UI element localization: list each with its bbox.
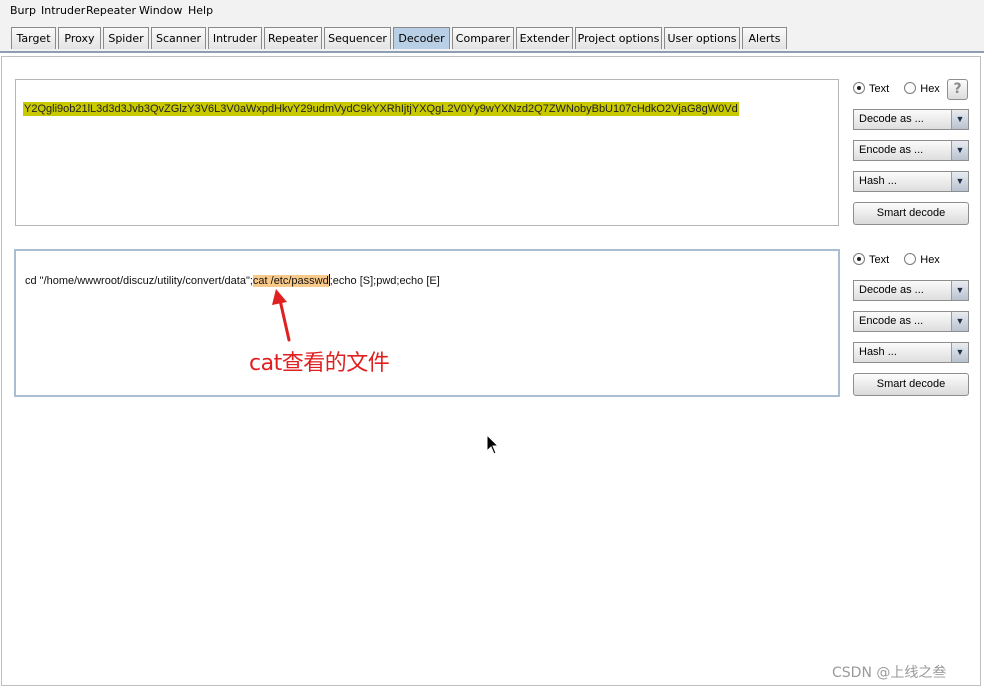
pane2-format-options: Text Hex: [853, 253, 952, 269]
tab-target[interactable]: Target: [11, 27, 56, 49]
pane1-hash-dropdown[interactable]: Hash ... ▼: [853, 171, 969, 192]
pane1-smart-decode-button[interactable]: Smart decode: [853, 202, 969, 225]
chevron-down-icon: ▼: [951, 141, 968, 160]
pane2-hex-label: Hex: [920, 254, 940, 266]
encoded-input-pane[interactable]: Y2Qgli9ob21lL3d3d3Jvb3QvZGlzY3V6L3V0aWxp…: [15, 79, 839, 226]
tab-scanner[interactable]: Scanner: [151, 27, 206, 49]
chevron-down-icon: ▼: [951, 110, 968, 129]
pane1-text-label: Text: [869, 83, 890, 95]
pane2-hash-label: Hash ...: [859, 346, 897, 358]
pane2-decode-as-dropdown[interactable]: Decode as ... ▼: [853, 280, 969, 301]
pane2-text-label: Text: [869, 254, 890, 266]
help-button[interactable]: ?: [947, 79, 968, 100]
tab-decoder[interactable]: Decoder: [393, 27, 450, 49]
tab-intruder[interactable]: Intruder: [208, 27, 262, 49]
pane1-hex-label: Hex: [920, 83, 940, 95]
pane1-hex-radio[interactable]: [904, 82, 917, 94]
tab-project-options[interactable]: Project options: [575, 27, 662, 49]
pane2-text-radio[interactable]: [853, 253, 865, 265]
tab-proxy[interactable]: Proxy: [58, 27, 101, 49]
tab-spider[interactable]: Spider: [103, 27, 149, 49]
pane1-hash-label: Hash ...: [859, 175, 897, 187]
tab-user-options[interactable]: User options: [664, 27, 740, 49]
decoded-text-highlight: cat /etc/passwd: [252, 275, 329, 287]
mouse-pointer-icon: [486, 434, 500, 455]
menu-window[interactable]: Window: [139, 4, 182, 17]
main-tab-bar: Target Proxy Spider Scanner Intruder Rep…: [0, 24, 984, 53]
pane1-decode-as-label: Decode as ...: [859, 113, 924, 125]
chevron-down-icon: ▼: [951, 312, 968, 331]
menu-burp[interactable]: Burp: [10, 4, 36, 17]
pane1-text-radio[interactable]: [853, 82, 865, 94]
decoded-text: cd "/home/wwwroot/discuz/utility/convert…: [25, 274, 440, 288]
pane2-encode-as-label: Encode as ...: [859, 315, 924, 327]
chevron-down-icon: ▼: [951, 172, 968, 191]
menu-repeater[interactable]: Repeater: [86, 4, 136, 17]
decoded-output-pane[interactable]: cd "/home/wwwroot/discuz/utility/convert…: [14, 249, 840, 397]
pane1-format-options: Text Hex: [853, 82, 952, 98]
menu-bar: Burp Intruder Repeater Window Help: [0, 0, 984, 24]
annotation-caption: cat查看的文件: [249, 351, 390, 376]
menu-help[interactable]: Help: [188, 4, 213, 17]
pane2-decode-as-label: Decode as ...: [859, 284, 924, 296]
pane2-hash-dropdown[interactable]: Hash ... ▼: [853, 342, 969, 363]
tab-extender[interactable]: Extender: [516, 27, 573, 49]
chevron-down-icon: ▼: [951, 343, 968, 362]
encoded-text: Y2Qgli9ob21lL3d3d3Jvb3QvZGlzY3V6L3V0aWxp…: [23, 102, 739, 116]
pane1-decode-as-dropdown[interactable]: Decode as ... ▼: [853, 109, 969, 130]
pane1-encode-as-label: Encode as ...: [859, 144, 924, 156]
tab-alerts[interactable]: Alerts: [742, 27, 787, 49]
pane2-smart-decode-button[interactable]: Smart decode: [853, 373, 969, 396]
pane2-encode-as-dropdown[interactable]: Encode as ... ▼: [853, 311, 969, 332]
pane2-hex-radio[interactable]: [904, 253, 917, 265]
menu-intruder[interactable]: Intruder: [41, 4, 85, 17]
decoded-text-after: ;echo [S];pwd;echo [E]: [329, 275, 440, 287]
decoded-text-before: cd "/home/wwwroot/discuz/utility/convert…: [25, 275, 253, 287]
tab-comparer[interactable]: Comparer: [452, 27, 514, 49]
tab-sequencer[interactable]: Sequencer: [324, 27, 391, 49]
tab-repeater[interactable]: Repeater: [264, 27, 322, 49]
pane1-encode-as-dropdown[interactable]: Encode as ... ▼: [853, 140, 969, 161]
chevron-down-icon: ▼: [951, 281, 968, 300]
watermark: CSDN @上线之叁: [832, 665, 947, 681]
